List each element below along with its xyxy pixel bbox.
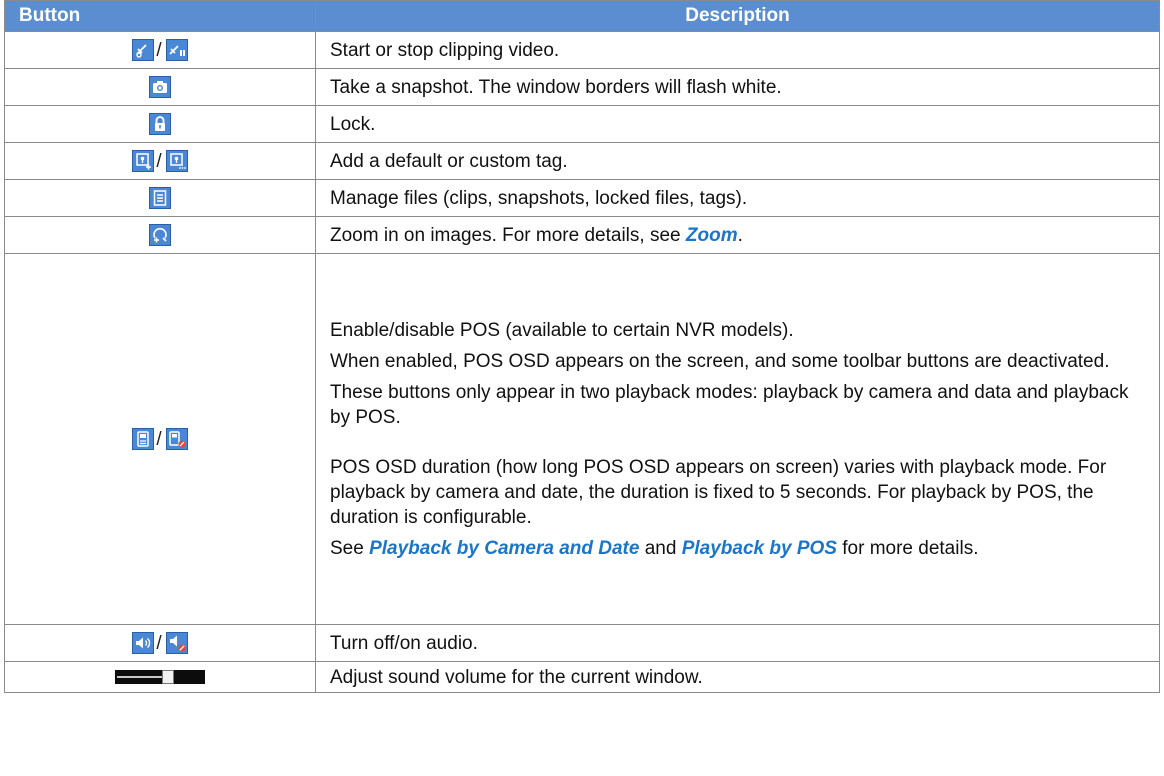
button-cell: / xyxy=(4,142,316,180)
and-text: and xyxy=(639,537,682,559)
description-cell: Take a snapshot. The window borders will… xyxy=(315,68,1160,106)
slash-separator: / xyxy=(156,632,162,654)
header-button: Button xyxy=(4,0,316,32)
description-cell: Enable/disable POS (available to certain… xyxy=(315,253,1160,625)
button-cell xyxy=(4,68,316,106)
pos-paragraph-5: See Playback by Camera and Date and Play… xyxy=(330,536,1149,561)
camera-snapshot-icon[interactable] xyxy=(149,76,171,99)
table-row: / Turn off/on audio. xyxy=(4,624,1160,662)
playback-by-pos-link[interactable]: Playback by POS xyxy=(682,538,837,559)
more-details-text: for more details. xyxy=(836,537,979,559)
pos-paragraph-3: These buttons only appear in two playbac… xyxy=(330,381,1129,428)
slash-separator: / xyxy=(156,150,162,172)
table-row: / Start or stop clipping video. xyxy=(4,31,1160,69)
button-cell xyxy=(4,216,316,254)
description-cell: Manage files (clips, snapshots, locked f… xyxy=(315,179,1160,217)
button-cell xyxy=(4,661,316,693)
button-cell: / xyxy=(4,253,316,625)
table-row: / Add a default or custom tag. xyxy=(4,142,1160,180)
lock-icon[interactable] xyxy=(149,113,171,136)
see-text: See xyxy=(330,537,370,559)
description-cell: Lock. xyxy=(315,105,1160,143)
table-row: Zoom in on images. For more details, see… xyxy=(4,216,1160,254)
button-description-table: Button Description / Start or stop clipp… xyxy=(4,0,1160,693)
pos-disable-icon[interactable] xyxy=(165,428,188,451)
button-cell: / xyxy=(4,624,316,662)
slash-separator: / xyxy=(156,39,162,61)
table-row: Manage files (clips, snapshots, locked f… xyxy=(4,179,1160,217)
audio-off-icon[interactable] xyxy=(165,632,188,655)
volume-slider-track xyxy=(117,676,164,679)
zoom-icon[interactable] xyxy=(149,224,171,247)
description-cell: Start or stop clipping video. xyxy=(315,31,1160,69)
zoom-link[interactable]: Zoom xyxy=(686,225,738,246)
description-text: Zoom in on images. For more details, see xyxy=(330,224,686,246)
add-tag-icon[interactable] xyxy=(132,150,155,173)
pos-paragraph-4: POS OSD duration (how long POS OSD appea… xyxy=(330,456,1107,528)
clip-stop-icon[interactable] xyxy=(165,39,188,62)
button-cell xyxy=(4,179,316,217)
table-header-row: Button Description xyxy=(4,0,1160,32)
audio-on-icon[interactable] xyxy=(132,632,155,655)
table-row: / Enable/disable POS (available to certa… xyxy=(4,253,1160,625)
table-row: Take a snapshot. The window borders will… xyxy=(4,68,1160,106)
playback-by-camera-and-date-link[interactable]: Playback by Camera and Date xyxy=(369,538,639,559)
table-row: Adjust sound volume for the current wind… xyxy=(4,661,1160,693)
pos-enable-icon[interactable] xyxy=(132,428,155,451)
button-cell xyxy=(4,105,316,143)
description-text-suffix: . xyxy=(737,224,743,246)
button-cell: / xyxy=(4,31,316,69)
description-cell: Zoom in on images. For more details, see… xyxy=(315,216,1160,254)
custom-tag-icon[interactable] xyxy=(165,150,188,173)
clip-start-icon[interactable] xyxy=(132,39,155,62)
description-cell: Add a default or custom tag. xyxy=(315,142,1160,180)
table-row: Lock. xyxy=(4,105,1160,143)
description-cell: Turn off/on audio. xyxy=(315,624,1160,662)
description-cell: Adjust sound volume for the current wind… xyxy=(315,661,1160,693)
pos-paragraph-1: Enable/disable POS (available to certain… xyxy=(330,319,794,341)
file-manage-icon[interactable] xyxy=(149,187,171,210)
header-description: Description xyxy=(315,0,1160,32)
pos-paragraph-2: When enabled, POS OSD appears on the scr… xyxy=(330,350,1110,372)
slash-separator: / xyxy=(156,428,162,450)
volume-slider-thumb[interactable] xyxy=(162,670,174,685)
volume-slider[interactable] xyxy=(115,670,205,685)
